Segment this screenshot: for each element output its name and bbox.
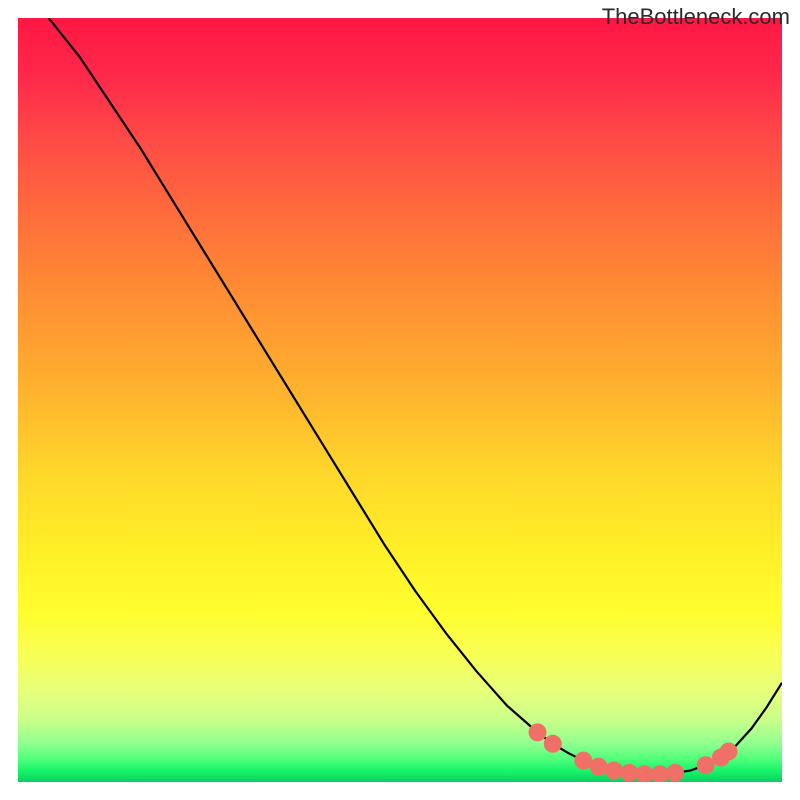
- chart-svg: [18, 18, 782, 782]
- marker-dot: [620, 764, 638, 782]
- marker-dot: [720, 742, 738, 760]
- marker-dot: [635, 765, 653, 782]
- marker-dot: [651, 765, 669, 782]
- marker-dot: [544, 735, 562, 753]
- marker-dot: [590, 758, 608, 776]
- marker-dot: [666, 764, 684, 782]
- watermark-text: TheBottleneck.com: [602, 4, 790, 30]
- marker-dot: [605, 762, 623, 780]
- marker-group: [529, 723, 738, 782]
- marker-dot: [529, 723, 547, 741]
- chart-area: [18, 18, 782, 782]
- bottleneck-curve: [49, 18, 782, 774]
- marker-dot: [697, 756, 715, 774]
